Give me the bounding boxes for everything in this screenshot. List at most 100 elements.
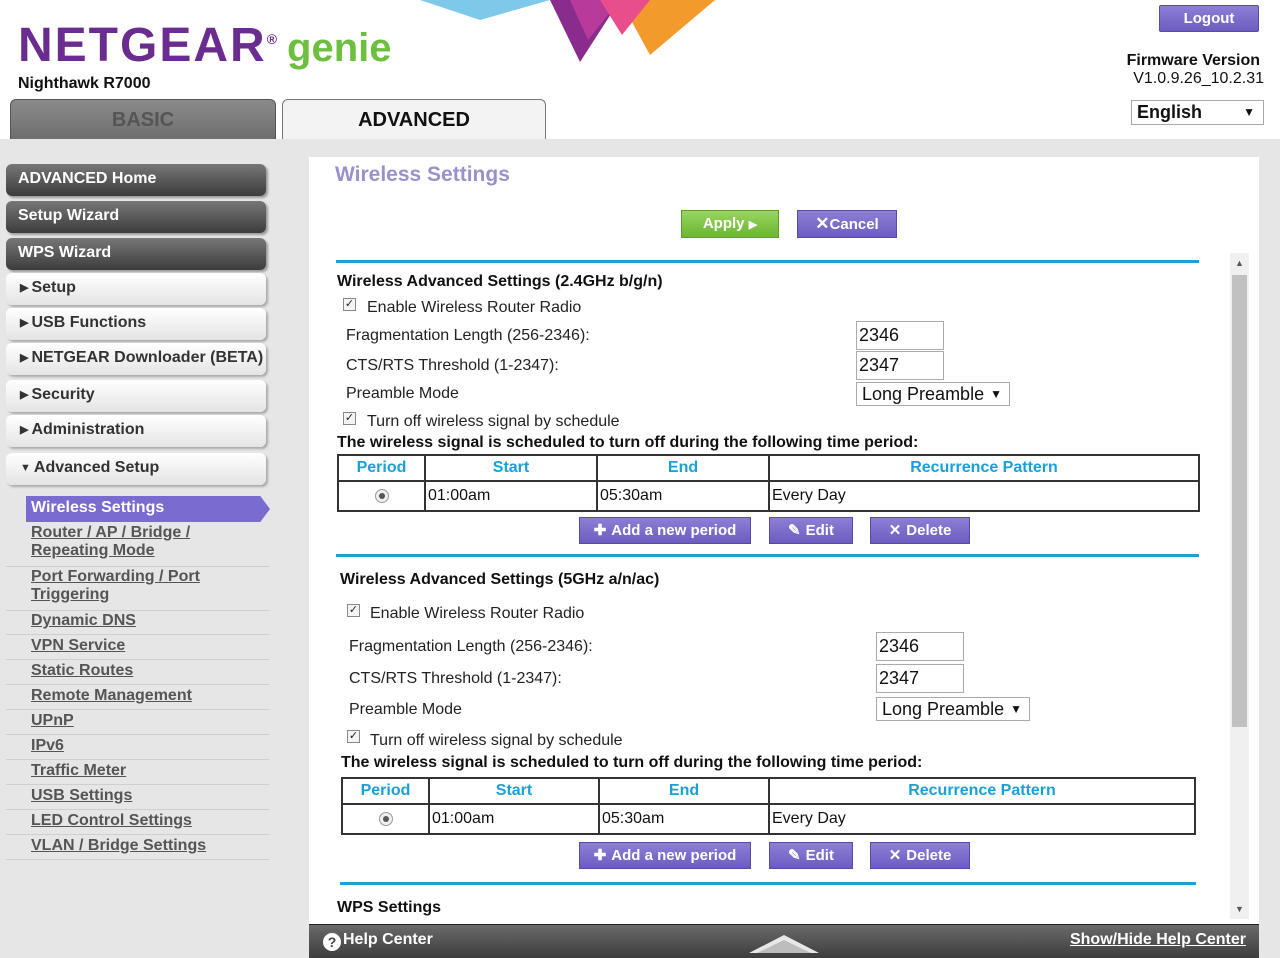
divider (6, 834, 269, 835)
sidebar-sub-router-ap-bridge[interactable]: Router / AP / Bridge / Repeating Mode (31, 524, 267, 560)
section-divider (336, 260, 1199, 263)
schedule-5-checkbox[interactable]: ✓ (347, 730, 360, 743)
cts-threshold-24-input[interactable]: 2347 (856, 351, 944, 380)
cts-threshold-24-label: CTS/RTS Threshold (1-2347): (346, 357, 559, 374)
start-cell: 01:00am (424, 480, 598, 512)
brand-genie: genie (287, 26, 392, 70)
close-icon: ✕ (888, 522, 902, 539)
sidebar-sub-upnp[interactable]: UPnP (31, 712, 267, 730)
chevron-down-icon: ▼ (1243, 105, 1255, 119)
cancel-button[interactable]: ✕Cancel (797, 210, 897, 238)
divider (6, 759, 269, 760)
sidebar-sub-usb-settings[interactable]: USB Settings (31, 787, 267, 805)
schedule-24-label: Turn off wireless signal by schedule (367, 413, 620, 430)
sidebar-item-advanced-setup[interactable]: ▼ Advanced Setup (6, 453, 266, 485)
triangle-up-icon[interactable] (749, 931, 819, 953)
column-header: Period (337, 454, 426, 482)
divider (6, 809, 269, 810)
divider (6, 784, 269, 785)
sidebar-sub-port-forwarding[interactable]: Port Forwarding / Port Triggering (31, 568, 267, 604)
question-icon[interactable]: ? (323, 933, 341, 951)
frag-length-24-label: Fragmentation Length (256-2346): (346, 327, 590, 344)
close-icon: ✕ (888, 847, 902, 864)
recurrence-cell: Every Day (768, 480, 1200, 512)
preamble-24-select[interactable]: Long Preamble ▼ (856, 382, 1010, 406)
frag-length-5-input[interactable]: 2346 (876, 632, 964, 661)
frag-length-24-input[interactable]: 2346 (856, 321, 944, 350)
cts-threshold-5-label: CTS/RTS Threshold (1-2347): (349, 670, 562, 687)
section-divider (340, 882, 1196, 885)
add-period-label: Add a new period (611, 847, 737, 864)
sidebar-item-setup[interactable]: ▶ Setup (6, 273, 266, 305)
edit-24-button[interactable]: ✎ Edit (769, 517, 853, 544)
chevron-down-icon: ▼ (1010, 702, 1022, 716)
recurrence-cell: Every Day (768, 803, 1196, 835)
logout-button[interactable]: Logout (1159, 5, 1259, 32)
sidebar-item-usb-functions[interactable]: ▶ USB Functions (6, 308, 266, 340)
enable-radio-5-label: Enable Wireless Router Radio (370, 605, 585, 622)
tab-advanced[interactable]: ADVANCED (282, 99, 546, 140)
triangle-right-icon: ▶ (20, 424, 29, 436)
sidebar-item-netgear-downloader[interactable]: ▶ NETGEAR Downloader (BETA) (6, 343, 266, 375)
divider (6, 684, 269, 685)
sidebar-item-administration[interactable]: ▶ Administration (6, 415, 266, 447)
sidebar-sub-vpn-service[interactable]: VPN Service (31, 637, 267, 655)
frag-length-5-label: Fragmentation Length (256-2346): (349, 638, 593, 655)
schedule-24-note: The wireless signal is scheduled to turn… (337, 434, 919, 451)
schedule-24-checkbox[interactable]: ✓ (343, 412, 356, 425)
delete-label: Delete (906, 522, 952, 539)
table-row: 01:00am 05:30am Every Day (341, 803, 1196, 835)
section-title-5ghz: Wireless Advanced Settings (5GHz a/n/ac) (340, 571, 660, 588)
apply-button[interactable]: Apply ▶ (681, 210, 779, 238)
add-period-label: Add a new period (611, 522, 737, 539)
delete-24-button[interactable]: ✕ Delete (870, 517, 970, 544)
plus-icon: ✚ (593, 847, 607, 864)
language-select[interactable]: English ▼ (1131, 100, 1264, 125)
column-header: Start (428, 777, 600, 805)
enable-radio-24-checkbox[interactable]: ✓ (343, 298, 356, 311)
end-cell: 05:30am (596, 480, 770, 512)
period-cell (337, 480, 426, 512)
edit-5-button[interactable]: ✎ Edit (769, 842, 853, 869)
triangle-right-icon: ▶ (20, 389, 29, 401)
play-arrow-icon: ▶ (748, 219, 758, 231)
tab-basic[interactable]: BASIC (10, 99, 276, 140)
sidebar-item-advanced-home[interactable]: ADVANCED Home (6, 164, 266, 196)
chevron-down-icon: ▼ (990, 387, 1002, 401)
sidebar-sub-ipv6[interactable]: IPv6 (31, 737, 267, 755)
period-radio[interactable] (378, 811, 393, 826)
sidebar-sub-led-control[interactable]: LED Control Settings (31, 812, 267, 830)
enable-radio-5-checkbox[interactable]: ✓ (347, 604, 360, 617)
sidebar-item-label: NETGEAR Downloader (BETA) (31, 349, 264, 366)
triangle-down-icon[interactable]: ▼ (1230, 899, 1249, 919)
period-cell (341, 803, 430, 835)
sidebar-sub-traffic-meter[interactable]: Traffic Meter (31, 762, 267, 780)
sidebar-item-setup-wizard[interactable]: Setup Wizard (6, 201, 266, 233)
add-period-5-button[interactable]: ✚ Add a new period (579, 842, 751, 869)
main-panel: Wireless Settings Apply ▶ ✕Cancel ▲ ▼ Wi… (309, 157, 1259, 925)
header: NETGEAR® genie Nighthawk R7000 Logout Fir… (0, 0, 1280, 140)
router-model: Nighthawk R7000 (18, 75, 151, 92)
pencil-icon: ✎ (788, 522, 801, 539)
sidebar-item-wps-wizard[interactable]: WPS Wizard (6, 238, 266, 270)
sidebar-sub-remote-management[interactable]: Remote Management (31, 687, 267, 705)
triangle-up-icon[interactable]: ▲ (1230, 253, 1249, 273)
preamble-5-select[interactable]: Long Preamble ▼ (876, 697, 1030, 721)
sidebar-sub-dynamic-dns[interactable]: Dynamic DNS (31, 612, 267, 630)
sidebar-sub-wireless-settings[interactable]: Wireless Settings (26, 496, 270, 522)
sidebar-item-security[interactable]: ▶ Security (6, 380, 266, 412)
sidebar-sub-static-routes[interactable]: Static Routes (31, 662, 267, 680)
sidebar-sub-vlan-bridge[interactable]: VLAN / Bridge Settings (31, 837, 267, 855)
schedule-5-note: The wireless signal is scheduled to turn… (341, 754, 923, 771)
scrollbar[interactable]: ▲ ▼ (1230, 253, 1249, 919)
edit-label: Edit (805, 847, 834, 864)
help-center-label[interactable]: Help Center (343, 931, 433, 949)
delete-5-button[interactable]: ✕ Delete (870, 842, 970, 869)
period-radio[interactable] (374, 488, 389, 503)
plus-icon: ✚ (593, 522, 607, 539)
edit-label: Edit (805, 522, 834, 539)
cts-threshold-5-input[interactable]: 2347 (876, 664, 964, 693)
scroll-thumb[interactable] (1232, 275, 1247, 727)
add-period-24-button[interactable]: ✚ Add a new period (579, 517, 751, 544)
show-hide-help-link[interactable]: Show/Hide Help Center (1070, 931, 1246, 949)
